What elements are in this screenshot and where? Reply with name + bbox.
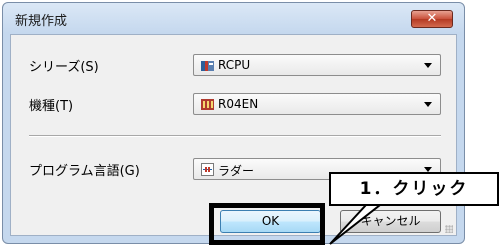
click-instruction-callout: 1．クリック [329,172,499,206]
callout-pointer [329,204,383,245]
